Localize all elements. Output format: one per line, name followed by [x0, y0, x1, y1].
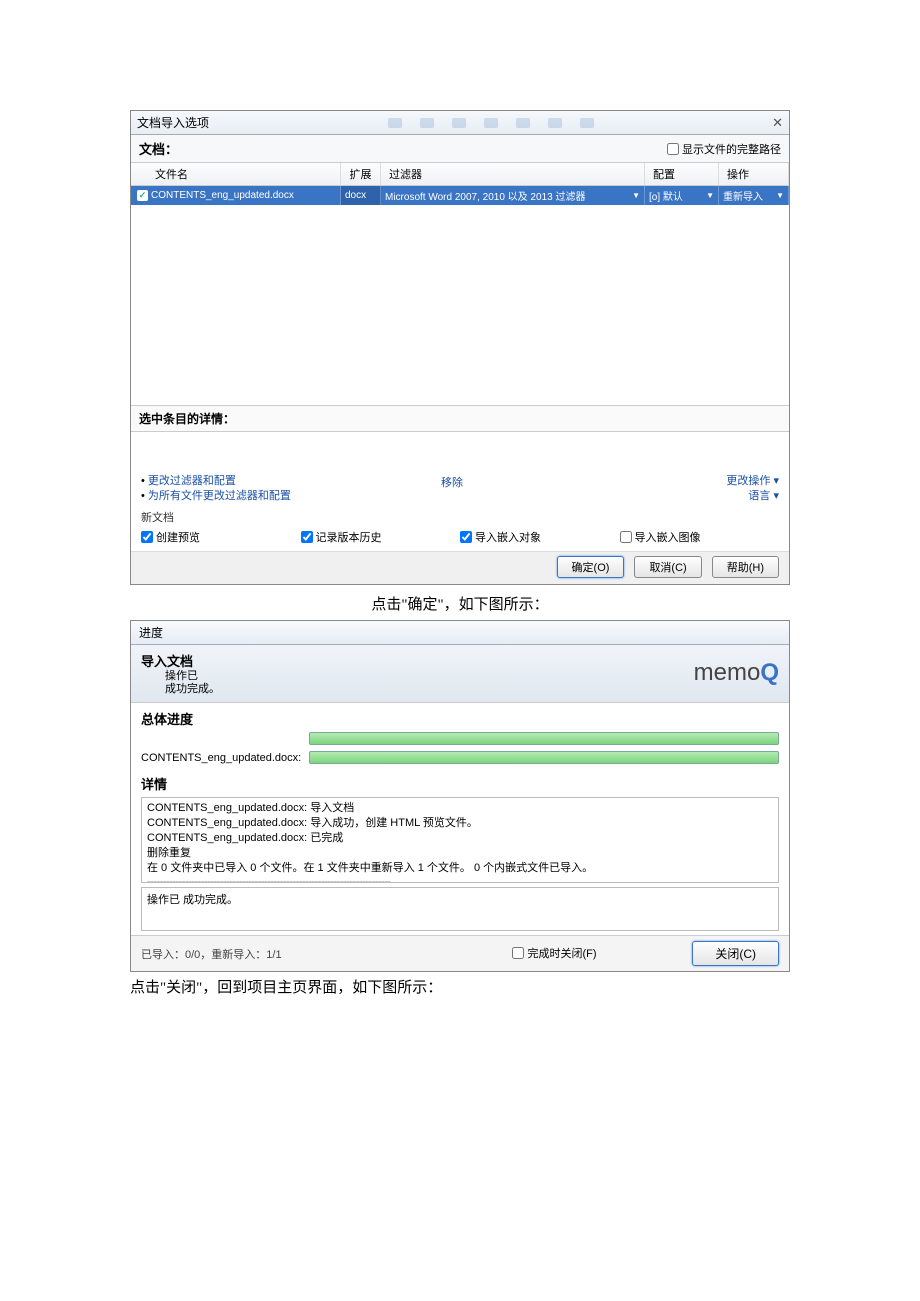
chevron-down-icon: ▼ [632, 191, 640, 200]
grid-header: 文件名 扩展 过滤器 配置 操作 [131, 163, 789, 186]
col-config: 配置 [645, 163, 719, 185]
close-icon[interactable]: ✕ [772, 115, 783, 131]
cancel-button[interactable]: 取消(C) [634, 556, 701, 578]
grid-body [131, 205, 789, 405]
details-box: CONTENTS_eng_updated.docx: 导入文档 CONTENTS… [141, 797, 779, 883]
titlebar: 文档导入选项 ✕ [131, 111, 789, 135]
links-row: • 更改过滤器和配置 • 为所有文件更改过滤器和配置 移除 更改操作 ▾ 语言 … [131, 470, 789, 509]
details-body [131, 432, 789, 470]
progress-header-sub2: 成功完成。 [141, 683, 220, 696]
details-label: 选中条目的详情： [131, 405, 789, 432]
table-row[interactable]: ✓ CONTENTS_eng_updated.docx docx Microso… [131, 186, 789, 205]
cb-version-history[interactable]: 记录版本历史 [301, 529, 461, 545]
progress-footer: 已导入：0/0，重新导入：1/1 完成时关闭(F) 关闭(C) [131, 935, 789, 971]
link-change-operation[interactable]: 更改操作 ▾ [726, 474, 779, 489]
check-icon: ✓ [137, 190, 148, 201]
progress-dialog: 进度 导入文档 操作已 成功完成。 memoQ 总体进度 CONTENTS_en… [130, 620, 790, 972]
overall-progress-label: 总体进度 [131, 703, 789, 730]
link-change-all[interactable]: 为所有文件更改过滤器和配置 [148, 490, 291, 502]
col-filter: 过滤器 [381, 163, 645, 185]
ok-button[interactable]: 确定(O) [557, 556, 625, 578]
details-title: 详情 [131, 768, 789, 795]
cb-close-on-finish[interactable]: 完成时关闭(F) [512, 945, 596, 961]
complete-message: 操作已 成功完成。 [141, 887, 779, 931]
doc-label: 文档： [139, 139, 178, 158]
caption-1: 点击"确定"，如下图所示： [130, 589, 790, 620]
file-progress-label: CONTENTS_eng_updated.docx: [141, 752, 301, 764]
button-row: 确定(O) 取消(C) 帮助(H) [131, 551, 789, 584]
progress-header-sub1: 操作已 [141, 670, 220, 683]
progress-header: 导入文档 操作已 成功完成。 memoQ [131, 645, 789, 703]
memoq-logo: memoQ [694, 659, 779, 687]
chevron-down-icon: ▼ [776, 191, 784, 200]
link-remove[interactable]: 移除 [441, 477, 463, 489]
body-text: 点击"关闭"，回到项目主页界面，如下图所示： [130, 972, 790, 1001]
newdoc-label: 新文档 [131, 509, 789, 525]
show-full-path-checkbox[interactable]: 显示文件的完整路径 [667, 141, 781, 157]
doc-header: 文档： 显示文件的完整路径 [131, 135, 789, 163]
cb-create-preview[interactable]: 创建预览 [141, 529, 301, 545]
cell-filename: CONTENTS_eng_updated.docx [151, 190, 294, 201]
col-filename: 文件名 [131, 163, 341, 185]
checks-row: 创建预览 记录版本历史 导入嵌入对象 导入嵌入图像 [131, 525, 789, 551]
dialog-title: 文档导入选项 [137, 114, 209, 131]
link-language[interactable]: 语言 ▾ [726, 489, 779, 504]
link-change-filter[interactable]: 更改过滤器和配置 [148, 475, 236, 487]
file-progress-bar [309, 751, 779, 764]
overall-progress-bar [309, 732, 779, 745]
import-options-dialog: 文档导入选项 ✕ 文档： 显示文件的完整路径 文件名 扩展 过滤器 配置 操作 … [130, 110, 790, 585]
col-ext: 扩展 [341, 163, 381, 185]
cb-import-embedded-obj[interactable]: 导入嵌入对象 [460, 529, 620, 545]
cell-ext: docx [341, 186, 381, 205]
cb-import-embedded-img[interactable]: 导入嵌入图像 [620, 529, 780, 545]
cell-config[interactable]: [o] 默认▼ [645, 186, 719, 205]
titlebar-decor [388, 118, 594, 128]
footer-status: 已导入：0/0，重新导入：1/1 [141, 946, 417, 962]
col-action: 操作 [719, 163, 789, 185]
cell-action[interactable]: 重新导入▼ [719, 186, 789, 205]
progress-titlebar: 进度 [131, 621, 789, 645]
chevron-down-icon: ▼ [706, 191, 714, 200]
close-button[interactable]: 关闭(C) [692, 941, 779, 966]
progress-header-title: 导入文档 [141, 651, 220, 670]
cell-filter[interactable]: Microsoft Word 2007, 2010 以及 2013 过滤器▼ [381, 186, 645, 205]
help-button[interactable]: 帮助(H) [712, 556, 779, 578]
